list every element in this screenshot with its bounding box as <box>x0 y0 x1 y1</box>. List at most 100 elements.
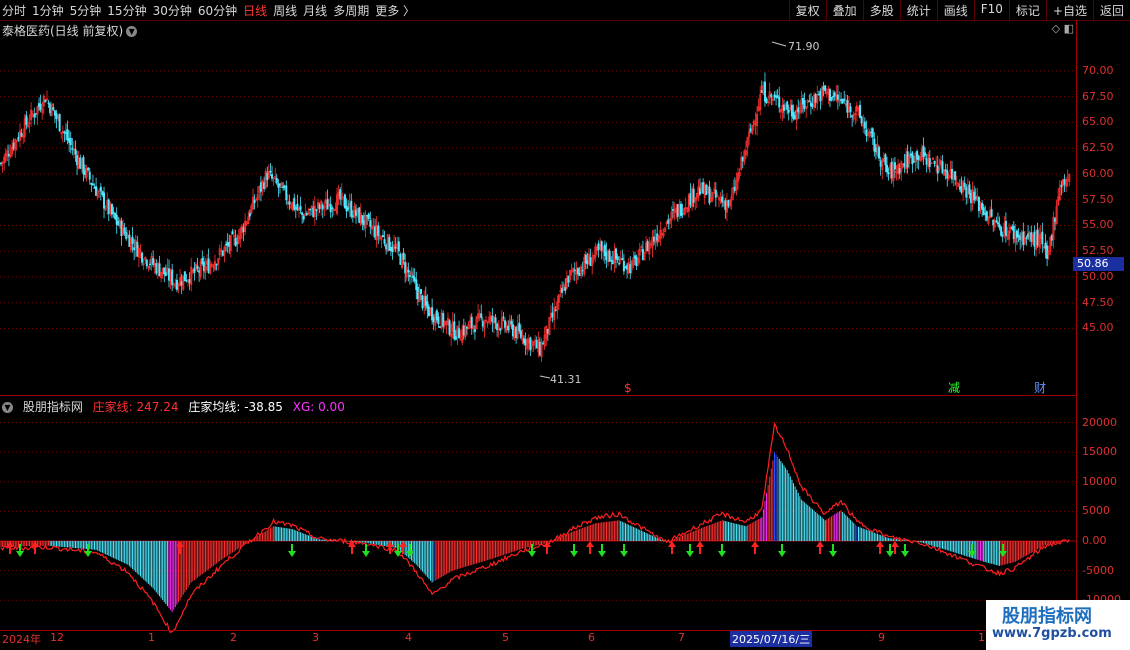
candle-body <box>269 170 272 173</box>
candle-body <box>863 121 866 129</box>
candle-body <box>614 248 617 260</box>
candle-body <box>833 92 836 97</box>
candle-body <box>112 211 115 214</box>
candle-body <box>794 115 797 120</box>
candle-body <box>973 191 976 201</box>
indicator-tick: 5000 <box>1082 504 1110 518</box>
candle-body <box>266 172 269 181</box>
candle-body <box>253 199 256 204</box>
candle-body <box>432 317 435 323</box>
candle-body <box>887 172 890 175</box>
candle-body <box>573 269 576 272</box>
price-tick: 67.50 <box>1082 89 1114 103</box>
candle-body <box>933 160 936 164</box>
candle-body <box>790 104 793 117</box>
candle-body <box>84 170 87 175</box>
candle-body <box>786 101 789 110</box>
candle-body <box>672 209 675 211</box>
sell-arrow-head <box>620 551 628 557</box>
candle-body <box>836 94 839 100</box>
candle-body <box>453 321 456 340</box>
candle-body <box>776 95 779 99</box>
candle-body <box>465 326 468 329</box>
candle-body <box>413 277 416 282</box>
candle-body <box>339 189 342 200</box>
candle-body <box>351 215 354 218</box>
candle-body <box>416 286 419 300</box>
candle-body <box>361 215 364 224</box>
candle-body <box>377 225 380 236</box>
event-marker: $ <box>624 381 632 395</box>
indicator-line2: 庄家均线: -38.85 <box>188 400 283 414</box>
candle-body <box>99 186 102 192</box>
candle-body <box>225 244 228 246</box>
indicator-legend: ▼ 股朋指标网 庄家线: 247.24 庄家均线: -38.85 XG: 0.0… <box>2 398 351 415</box>
candle-body <box>817 93 820 96</box>
candle-body <box>621 257 624 260</box>
candle-body <box>38 103 41 107</box>
low-price-label: 41.31 <box>550 373 582 386</box>
candle-body <box>946 170 949 179</box>
chevron-down-icon[interactable]: ▼ <box>2 402 13 413</box>
candle-body <box>294 207 297 209</box>
candle-body <box>546 329 549 334</box>
candle-body <box>293 197 296 210</box>
candle-body <box>242 227 245 233</box>
buy-arrow-head <box>891 541 899 547</box>
candle-body <box>180 281 183 286</box>
candle-body <box>407 269 410 273</box>
candle-body <box>389 247 392 251</box>
candle-body <box>840 99 843 101</box>
candle-body <box>871 128 874 138</box>
date-tick: 12 <box>50 631 64 644</box>
candle-body <box>828 89 831 101</box>
candle-body <box>589 257 592 266</box>
candle-body <box>470 316 473 329</box>
candle-body <box>47 102 50 104</box>
candle-body <box>819 91 822 102</box>
candle-body <box>581 269 584 272</box>
candle-body <box>944 169 947 172</box>
sell-arrow-head <box>718 551 726 557</box>
candle-body <box>985 211 988 221</box>
buy-arrow-head <box>876 541 884 547</box>
candle-body <box>870 131 873 134</box>
candle-body <box>618 262 621 265</box>
candle-body <box>168 268 171 281</box>
candle-body <box>367 213 370 220</box>
candle-body <box>299 205 302 211</box>
sell-arrow-head <box>901 551 909 557</box>
candle-body <box>960 186 963 193</box>
candle-body <box>603 244 606 256</box>
candle-body <box>584 254 587 264</box>
candle-body <box>886 164 889 173</box>
candle-body <box>399 253 402 265</box>
candle-body <box>282 186 285 189</box>
candle-body <box>561 287 564 293</box>
candle-body <box>163 267 166 275</box>
candle-body <box>196 265 199 269</box>
candle-body <box>277 183 280 188</box>
candle-body <box>760 90 763 93</box>
candle-body <box>950 168 953 180</box>
candle-body <box>454 336 457 340</box>
candle-body <box>1030 232 1033 242</box>
candle-body <box>275 178 278 184</box>
candle-body <box>397 241 400 252</box>
candle-body <box>427 306 430 316</box>
candle-body <box>535 340 538 349</box>
candle-body <box>797 107 800 113</box>
sell-arrow-head <box>288 551 296 557</box>
candle-body <box>44 99 47 103</box>
candle-body <box>524 339 527 346</box>
price-tick: 60.00 <box>1082 166 1114 180</box>
candle-body <box>676 204 679 217</box>
candle-body <box>49 103 52 114</box>
candle-body <box>551 312 554 318</box>
candle-body <box>963 182 966 187</box>
candle-body <box>53 110 56 116</box>
buy-arrow-head <box>696 541 704 547</box>
candle-body <box>1025 237 1028 239</box>
candle-body <box>385 244 388 250</box>
candle-body <box>442 313 445 327</box>
